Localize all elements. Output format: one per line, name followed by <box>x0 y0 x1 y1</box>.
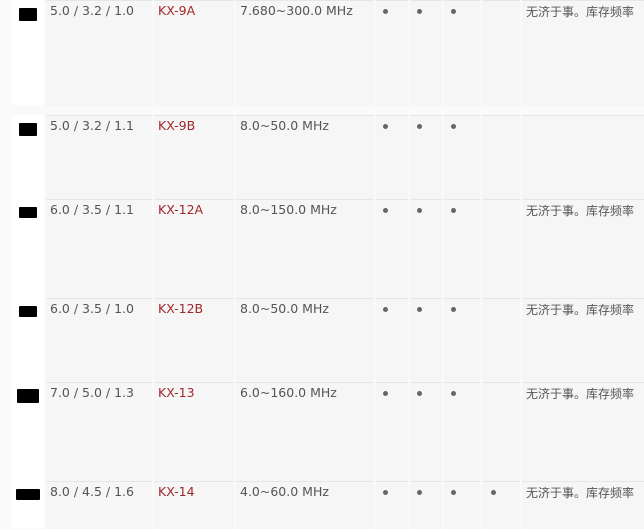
spec-cell-3 <box>444 0 480 106</box>
spec-cell-2 <box>410 481 442 529</box>
part-number-link[interactable]: KX-14 <box>158 484 195 499</box>
frequency-cell: 4.0~60.0 MHz <box>236 481 374 529</box>
crystal-package-icon <box>19 8 37 21</box>
dot-icon <box>383 490 388 495</box>
spec-cell-2 <box>410 199 442 305</box>
part-number-link[interactable]: KX-9A <box>158 3 195 18</box>
table-row: 6.0 / 3.5 / 1.1 KX-12A 8.0~150.0 MHz 无济于… <box>0 199 644 305</box>
dimensions-text: 8.0 / 4.5 / 1.6 <box>50 484 134 499</box>
dot-icon <box>383 9 388 14</box>
spec-cell-4 <box>482 0 520 106</box>
table-row: 8.0 / 4.5 / 1.6 KX-14 4.0~60.0 MHz 无济于事。… <box>0 481 644 529</box>
spec-cell-3 <box>444 199 480 305</box>
part-number-cell[interactable]: KX-14 <box>154 481 234 529</box>
note-text: 无济于事。库存频率 <box>526 204 635 218</box>
dot-icon <box>417 490 422 495</box>
dimensions-text: 5.0 / 3.2 / 1.0 <box>50 3 134 18</box>
dot-icon <box>451 490 456 495</box>
dot-icon <box>451 208 456 213</box>
spec-cell-4 <box>482 199 520 305</box>
dot-icon <box>417 208 422 213</box>
spec-cell-3 <box>444 382 480 488</box>
frequency-cell: 6.0~160.0 MHz <box>236 382 374 488</box>
spec-cell-4 <box>482 481 520 529</box>
crystal-package-icon <box>19 123 37 136</box>
part-number-cell[interactable]: KX-9A <box>154 0 234 106</box>
frequency-text: 8.0~50.0 MHz <box>240 118 329 133</box>
part-number-link[interactable]: KX-12B <box>158 301 203 316</box>
note-cell: 无济于事。库存频率 <box>522 0 644 106</box>
dot-icon <box>417 124 422 129</box>
dot-icon <box>451 307 456 312</box>
dimensions-cell: 7.0 / 5.0 / 1.3 <box>46 382 152 488</box>
dot-icon <box>417 391 422 396</box>
spec-cell-3 <box>444 481 480 529</box>
spec-cell-1 <box>376 382 408 488</box>
note-cell: 无济于事。库存频率 <box>522 199 644 305</box>
dot-icon <box>491 490 496 495</box>
dimensions-cell: 5.0 / 3.2 / 1.0 <box>46 0 152 106</box>
frequency-cell: 8.0~150.0 MHz <box>236 199 374 305</box>
dot-icon <box>451 124 456 129</box>
dimensions-text: 7.0 / 5.0 / 1.3 <box>50 385 134 400</box>
dot-icon <box>383 391 388 396</box>
spec-cell-2 <box>410 0 442 106</box>
dimensions-cell: 8.0 / 4.5 / 1.6 <box>46 481 152 529</box>
dot-icon <box>451 391 456 396</box>
table-row: 5.0 / 3.2 / 1.0 KX-9A 7.680~300.0 MHz 无济… <box>0 0 644 106</box>
frequency-text: 6.0~160.0 MHz <box>240 385 337 400</box>
spec-cell-1 <box>376 199 408 305</box>
frequency-text: 8.0~50.0 MHz <box>240 301 329 316</box>
part-number-cell[interactable]: KX-12A <box>154 199 234 305</box>
frequency-cell: 7.680~300.0 MHz <box>236 0 374 106</box>
note-cell: 无济于事。库存频率 <box>522 481 644 529</box>
dimensions-text: 5.0 / 3.2 / 1.1 <box>50 118 134 133</box>
crystal-package-icon <box>17 389 39 403</box>
spec-cell-4 <box>482 382 520 488</box>
crystal-package-icon <box>16 489 40 500</box>
note-text: 无济于事。库存频率 <box>526 303 635 317</box>
dot-icon <box>383 307 388 312</box>
crystal-package-icon <box>19 306 37 317</box>
crystal-package-icon <box>19 207 37 218</box>
part-number-link[interactable]: KX-12A <box>158 202 203 217</box>
dimensions-text: 6.0 / 3.5 / 1.0 <box>50 301 134 316</box>
dimensions-text: 6.0 / 3.5 / 1.1 <box>50 202 134 217</box>
icon-cell <box>12 481 44 528</box>
icon-cell <box>12 0 44 105</box>
note-text: 无济于事。库存频率 <box>526 486 635 500</box>
frequency-text: 4.0~60.0 MHz <box>240 484 329 499</box>
icon-cell <box>12 382 44 487</box>
dot-icon <box>417 307 422 312</box>
frequency-text: 8.0~150.0 MHz <box>240 202 337 217</box>
spec-cell-1 <box>376 481 408 529</box>
dot-icon <box>417 9 422 14</box>
frequency-text: 7.680~300.0 MHz <box>240 3 353 18</box>
table-row: 7.0 / 5.0 / 1.3 KX-13 6.0~160.0 MHz 无济于事… <box>0 382 644 488</box>
spec-cell-1 <box>376 0 408 106</box>
part-number-link[interactable]: KX-9B <box>158 118 195 133</box>
note-text: 无济于事。库存频率 <box>526 5 635 19</box>
note-cell: 无济于事。库存频率 <box>522 382 644 488</box>
dimensions-cell: 6.0 / 3.5 / 1.1 <box>46 199 152 305</box>
dot-icon <box>451 9 456 14</box>
spec-cell-2 <box>410 382 442 488</box>
part-number-link[interactable]: KX-13 <box>158 385 195 400</box>
dot-icon <box>383 124 388 129</box>
dot-icon <box>383 208 388 213</box>
note-text: 无济于事。库存频率 <box>526 387 635 401</box>
icon-cell <box>12 199 44 304</box>
part-number-cell[interactable]: KX-13 <box>154 382 234 488</box>
